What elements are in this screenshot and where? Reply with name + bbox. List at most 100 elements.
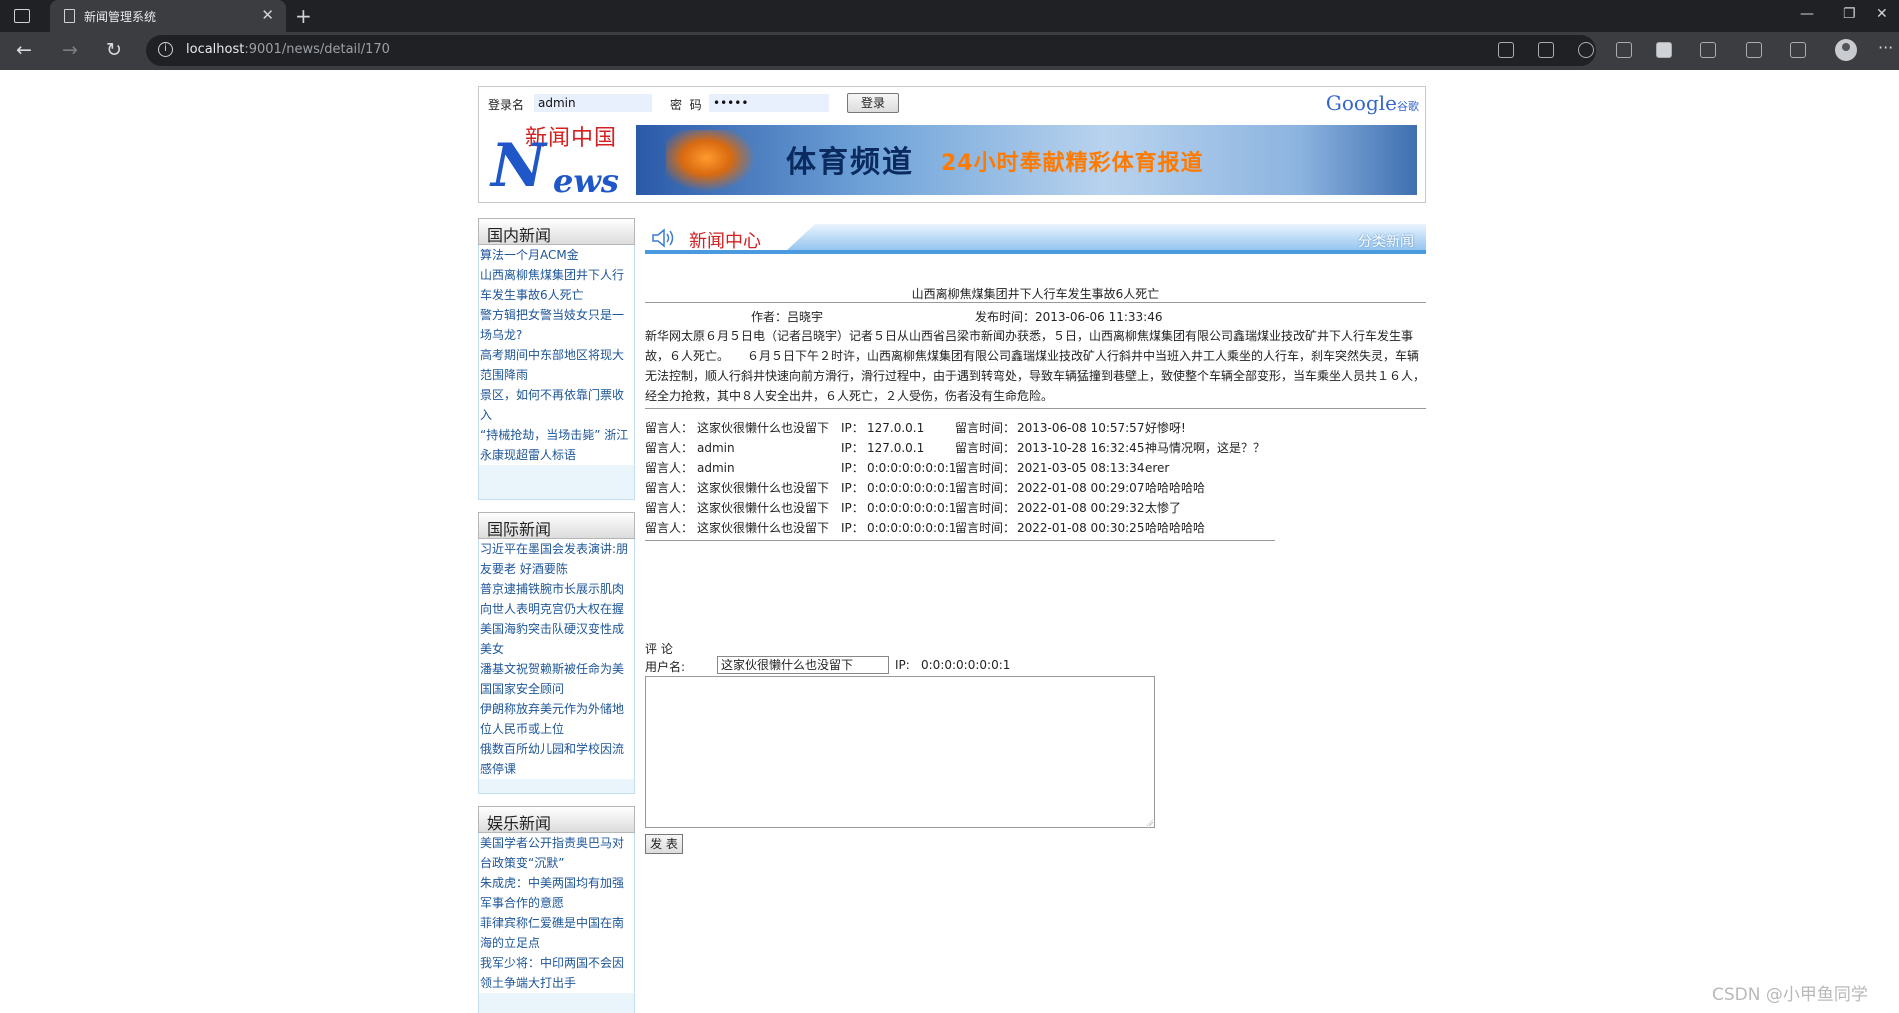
news-link[interactable]: 普京逮捕铁腕市长展示肌肉向世人表明克宫仍大权在握 <box>479 579 634 619</box>
sidebar-heading: 国内新闻 <box>478 218 635 245</box>
news-link[interactable]: 伊朗称放弃美元作为外储地位人民币或上位 <box>479 699 634 739</box>
comment-time-label: 留言时间： <box>955 441 1016 455</box>
comment-ip: 0:0:0:0:0:0:0:1 <box>867 481 957 495</box>
close-tab-icon[interactable]: ✕ <box>261 6 274 24</box>
resize-grip-icon[interactable] <box>1146 819 1153 826</box>
url-text: localhost:9001/news/detail/170 <box>186 42 390 57</box>
comment-user-input[interactable]: 这家伙很懒什么也没留下 <box>717 656 889 674</box>
username-label: 登录名 <box>488 98 525 112</box>
comment-ip-label: IP： <box>841 441 864 455</box>
username-input[interactable]: admin <box>534 94 652 112</box>
comment-user-label: 用户名: <box>645 660 686 674</box>
news-link[interactable]: 习近平在墨国会发表演讲:朋友要老 好酒要陈 <box>479 539 634 579</box>
password-input[interactable]: ••••• <box>709 94 829 112</box>
comment-row: 留言人： 这家伙很懒什么也没留下 IP： 0:0:0:0:0:0:0:1 留言时间： 20… <box>645 498 1426 518</box>
comment-ip: 127.0.0.1 <box>867 421 925 435</box>
header-gradient <box>785 224 1426 252</box>
extensions-icon[interactable] <box>1700 42 1716 58</box>
comment-time-label: 留言时间： <box>955 521 1016 535</box>
collections-icon[interactable] <box>1790 42 1806 58</box>
google-logo[interactable]: Google谷歌 <box>1326 91 1419 115</box>
csdn-watermark: CSDN @小甲鱼同学 <box>1712 985 1868 1005</box>
category-label[interactable]: 分类新闻 <box>1358 231 1414 251</box>
comment-time-label: 留言时间： <box>955 421 1016 435</box>
more-menu-icon[interactable]: ··· <box>1878 38 1893 57</box>
news-link[interactable]: 潘基文祝贺赖斯被任命为美国国家安全顾问 <box>479 659 634 699</box>
news-link[interactable]: 景区，如何不再依靠门票收入 <box>479 385 634 425</box>
news-link[interactable]: 高考期间中东部地区将现大范围降雨 <box>479 345 634 385</box>
section-title: 新闻中心 <box>689 231 761 252</box>
news-link[interactable]: 菲律宾称仁爱礁是中国在南海的立足点 <box>479 913 634 953</box>
news-link[interactable]: “持械抢劫，当场击毙” 浙江永康现超雷人标语 <box>479 425 634 465</box>
comment-time: 2013-10-28 16:32:45 <box>1017 441 1145 455</box>
divider <box>645 302 1426 303</box>
news-link[interactable]: 美国海豹突击队硬汉变性成美女 <box>479 619 634 659</box>
divider <box>645 408 1426 409</box>
back-icon[interactable]: ← <box>16 39 32 61</box>
comment-time: 2022-01-08 00:29:07 <box>1017 481 1145 495</box>
browser-tab-bar: 新闻管理系统 ✕ + — ❐ ✕ <box>0 0 1899 32</box>
comment-row: 留言人： 这家伙很懒什么也没留下 IP： 127.0.0.1 留言时间： 2013-06-… <box>645 418 1426 438</box>
forward-icon[interactable]: → <box>62 39 78 61</box>
tab-actions-icon[interactable] <box>14 9 30 23</box>
comment-user-label: 留言人： <box>645 501 694 515</box>
sidebar-heading: 娱乐新闻 <box>478 806 635 833</box>
comment-user-label: 留言人： <box>645 421 694 435</box>
sports-banner: 体育频道 24小时奉献精彩体育报道 <box>636 125 1417 195</box>
comment-ip-label: IP： <box>841 481 864 495</box>
comment-ip-label: IP： <box>841 521 864 535</box>
comment-form-heading: 评 论 <box>645 642 673 656</box>
new-tab-icon[interactable]: + <box>295 4 312 28</box>
article-date: 发布时间：2013-06-06 11:33:46 <box>975 310 1163 324</box>
speaker-icon <box>652 228 674 248</box>
favorite-star-icon[interactable] <box>1616 42 1632 58</box>
sidebar-heading: 国际新闻 <box>478 512 635 539</box>
comment-ip: 0:0:0:0:0:0:0:1 <box>867 461 957 475</box>
comment-ip-value: 0:0:0:0:0:0:0:1 <box>921 658 1011 672</box>
comment-ip: 127.0.0.1 <box>867 441 925 455</box>
comment-ip: 0:0:0:0:0:0:0:1 <box>867 521 957 535</box>
profile-avatar[interactable] <box>1835 39 1857 61</box>
news-link[interactable]: 朱成虎：中美两国均有加强军事合作的意愿 <box>479 873 634 913</box>
article-title: 山西离柳焦煤集团井下人行车发生事故6人死亡 <box>911 287 1160 301</box>
apps-icon[interactable] <box>1538 42 1554 58</box>
news-link[interactable]: 我军少将：中印两国不会因领土争端大打出手 <box>479 953 634 993</box>
reader-view-icon[interactable] <box>1498 42 1514 58</box>
header-underline <box>645 250 1426 254</box>
news-link[interactable]: 警方辑把女警当妓女只是一场乌龙? <box>479 305 634 345</box>
news-link[interactable]: 算法一个月ACM金 <box>479 245 634 265</box>
news-link[interactable]: 俄数百所幼儿园和学校因流感停课 <box>479 739 634 779</box>
login-button[interactable]: 登录 <box>847 93 899 113</box>
browser-tab[interactable]: 新闻管理系统 ✕ <box>50 0 286 32</box>
news-link[interactable]: 山西离柳焦煤集团井下人行车发生事故6人死亡 <box>479 265 634 305</box>
minimize-icon[interactable]: — <box>1800 6 1814 22</box>
news-link[interactable]: 美国学者公开指责奥巴马对台政策变“沉默” <box>479 833 634 873</box>
favorites-icon[interactable] <box>1746 42 1762 58</box>
divider <box>645 540 1275 541</box>
news-center-header: 新闻中心 分类新闻 <box>645 222 1426 254</box>
tab-title: 新闻管理系统 <box>84 10 157 24</box>
key-icon[interactable] <box>1578 42 1594 58</box>
comment-time: 2021-03-05 08:13:34 <box>1017 461 1145 475</box>
address-bar[interactable]: i localhost:9001/news/detail/170 <box>146 35 1596 66</box>
comment-textarea[interactable] <box>645 676 1155 828</box>
athlete-image <box>666 130 756 192</box>
site-info-icon[interactable]: i <box>158 42 173 57</box>
comment-text: 好惨呀! <box>1145 421 1186 435</box>
main-content: 新闻中心 分类新闻 山西离柳焦煤集团井下人行车发生事故6人死亡 作者：吕晓宇 发… <box>645 222 1426 854</box>
site-header: 登录名 admin 密 码 ••••• 登录 Google谷歌 新闻中国 N e… <box>478 86 1426 203</box>
comment-user: admin <box>697 461 735 475</box>
sidebar-domestic-news: 国内新闻 算法一个月ACM金 山西离柳焦煤集团井下人行车发生事故6人死亡 警方辑… <box>478 218 635 500</box>
comment-ip-label: IP： <box>841 461 864 475</box>
comment-ip: 0:0:0:0:0:0:0:1 <box>867 501 957 515</box>
reload-icon[interactable]: ↻ <box>106 39 122 61</box>
close-window-icon[interactable]: ✕ <box>1876 6 1888 22</box>
restore-icon[interactable]: ❐ <box>1843 6 1856 22</box>
page-favicon-icon <box>64 9 75 23</box>
submit-comment-button[interactable]: 发 表 <box>645 834 683 854</box>
comment-row: 留言人： 这家伙很懒什么也没留下 IP： 0:0:0:0:0:0:0:1 留言时间： 20… <box>645 518 1426 538</box>
comment-ip-label: IP： <box>841 421 864 435</box>
comment-row: 留言人： 这家伙很懒什么也没留下 IP： 0:0:0:0:0:0:0:1 留言时间： 20… <box>645 478 1426 498</box>
comment-text: 神马情况啊，这是？？ <box>1145 441 1266 455</box>
extension-game-icon[interactable] <box>1656 42 1672 58</box>
